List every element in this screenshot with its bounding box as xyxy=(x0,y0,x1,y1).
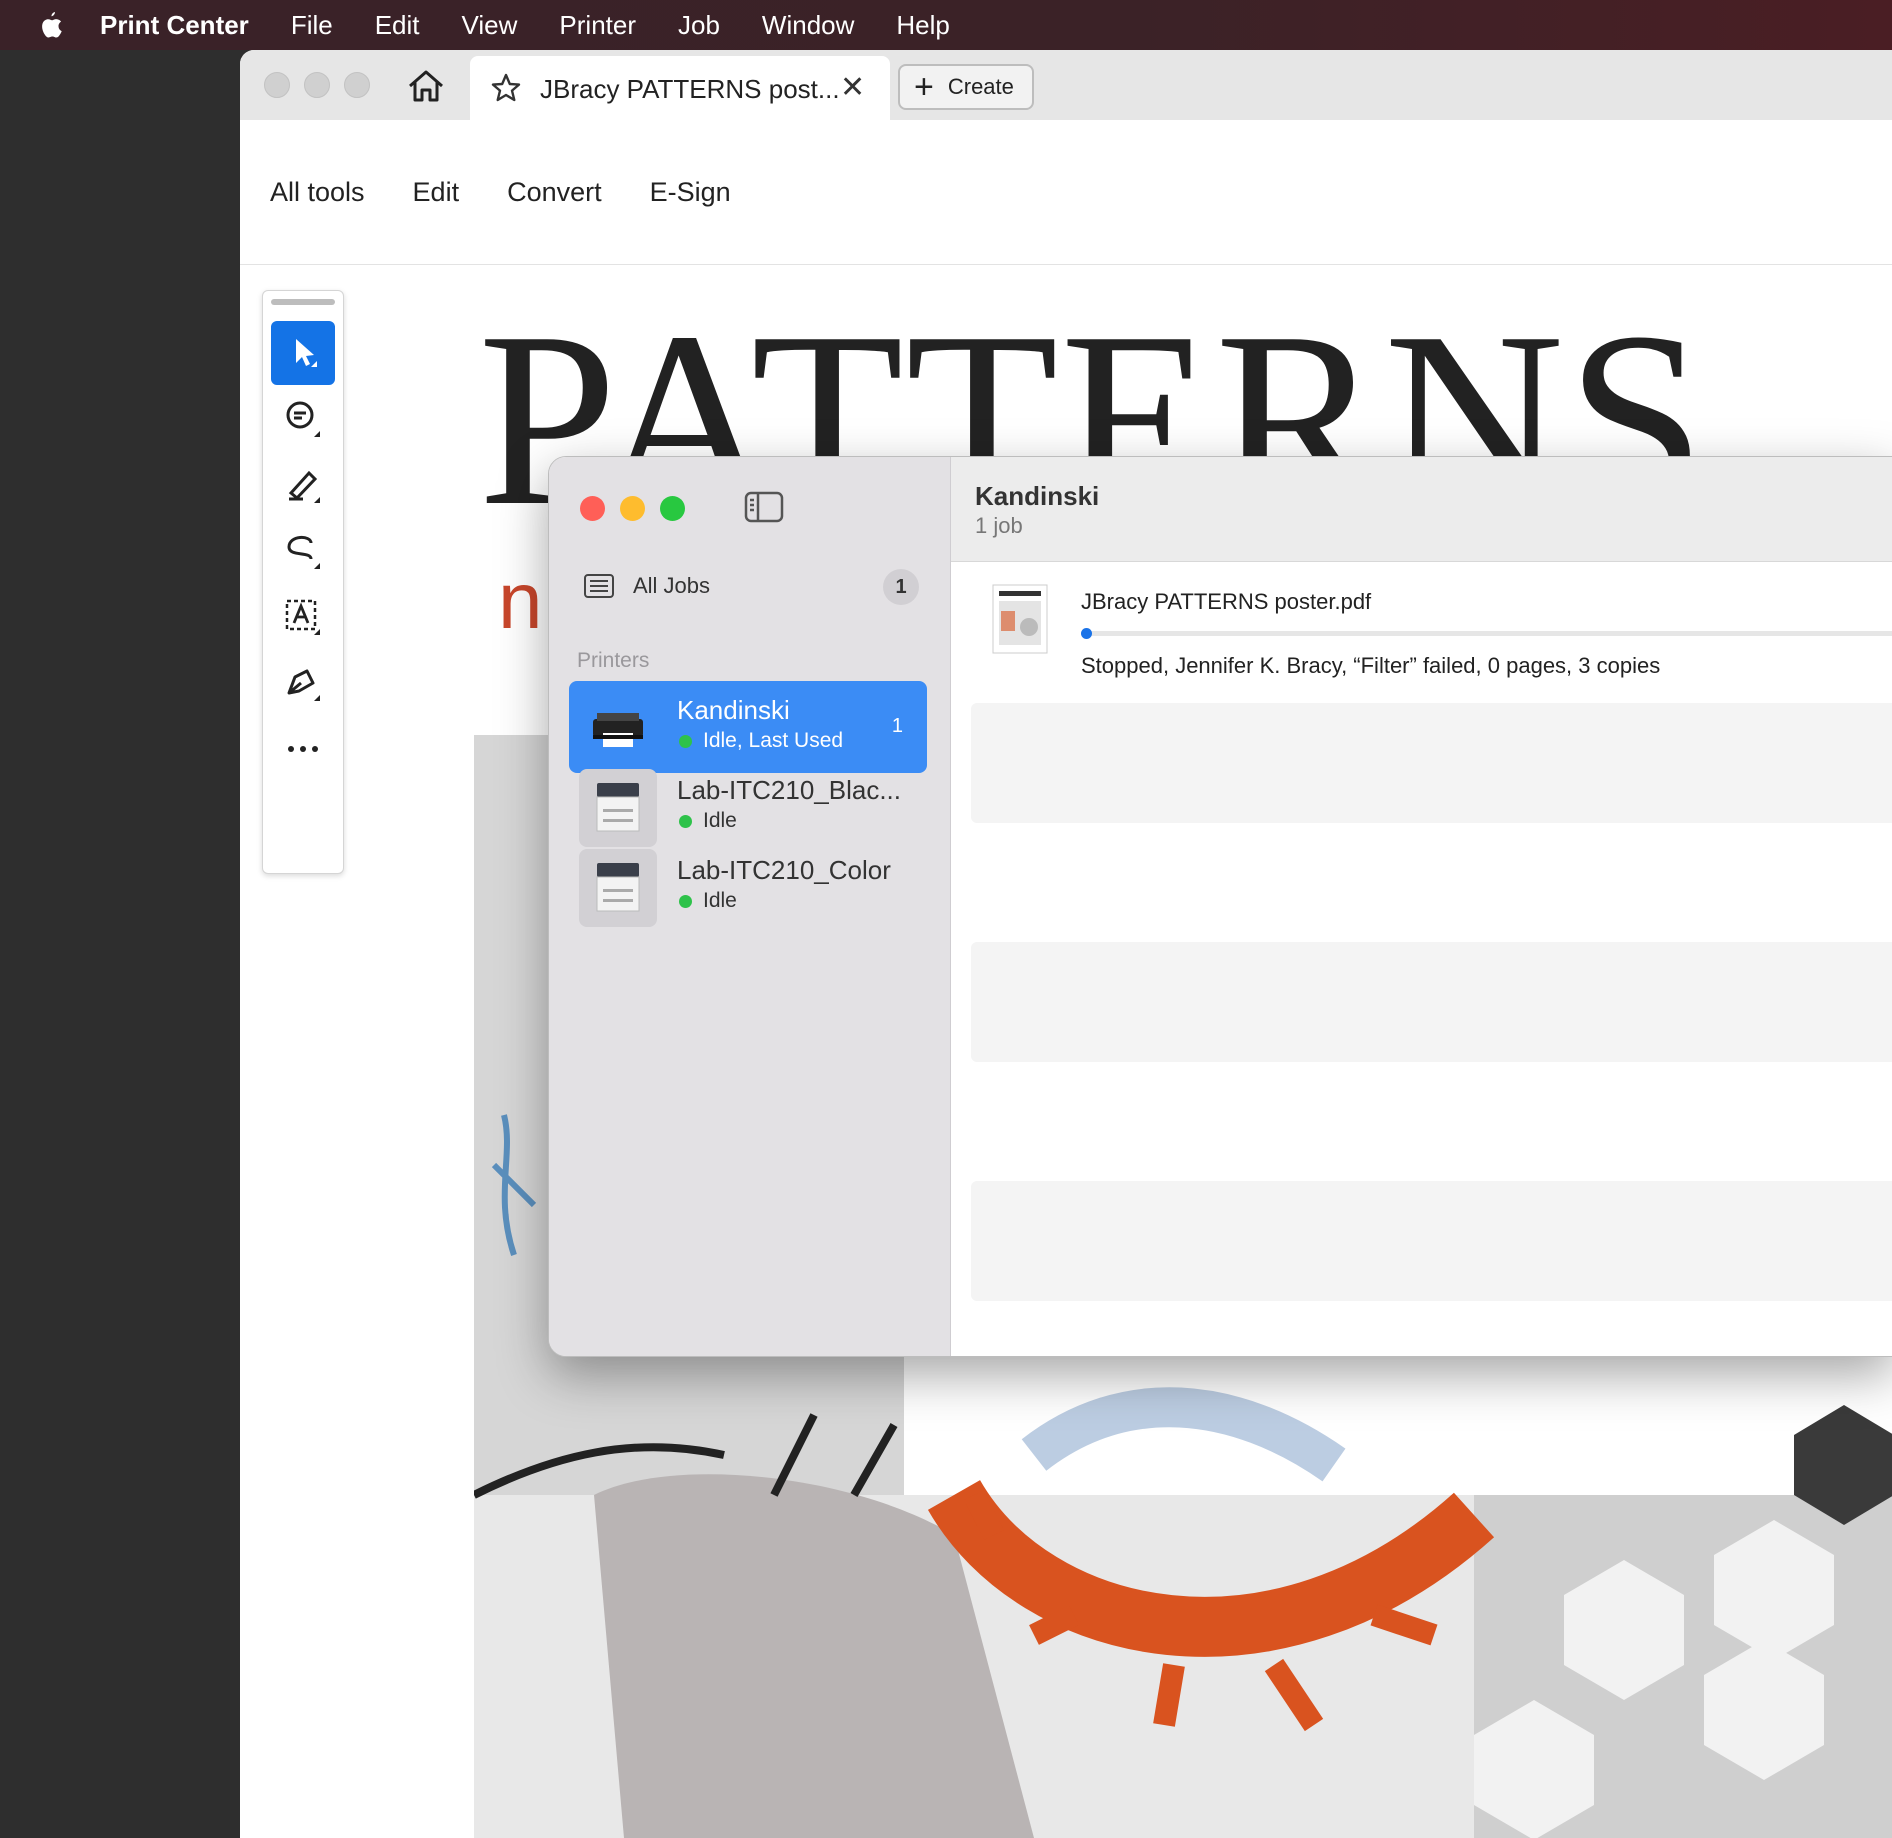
home-icon[interactable] xyxy=(406,68,446,104)
print-center-window: All Jobs 1 Printers Kandinski Idle, Last… xyxy=(548,456,1892,1357)
menu-help[interactable]: Help xyxy=(896,10,949,41)
pc-zoom-button[interactable] xyxy=(660,496,685,521)
printer-lab-itc210-black[interactable]: Lab-ITC210_Blac... Idle xyxy=(569,761,927,853)
menu-printer[interactable]: Printer xyxy=(559,10,636,41)
printer-icon xyxy=(579,849,657,927)
queue-title: Kandinski xyxy=(975,481,1100,511)
menu-bar: Print Center File Edit View Printer Job … xyxy=(0,0,1892,50)
status-dot xyxy=(679,735,692,748)
toolbar-all-tools[interactable]: All tools xyxy=(270,177,365,208)
printer-icon xyxy=(579,689,657,767)
print-center-main: Kandinski 1 job JBracy PATTERNS poster.p… xyxy=(951,457,1892,1356)
queue-subtitle: 1 job xyxy=(975,513,1023,538)
job-row[interactable]: JBracy PATTERNS poster.pdf Stopped, Jenn… xyxy=(971,573,1892,685)
draw-icon[interactable] xyxy=(271,519,335,583)
left-pane xyxy=(240,265,419,1838)
printers-section-label: Printers xyxy=(577,649,650,672)
all-jobs-label: All Jobs xyxy=(633,573,711,598)
create-button[interactable]: + Create xyxy=(898,64,1034,110)
job-filename: JBracy PATTERNS poster.pdf xyxy=(1081,589,1372,614)
text-box-icon[interactable] xyxy=(271,585,335,649)
quick-tools-bar xyxy=(262,290,344,874)
close-tab-icon[interactable]: ✕ xyxy=(840,70,865,105)
menu-file[interactable]: File xyxy=(291,10,333,41)
poster-subtitle-fragment: n xyxy=(498,556,543,645)
apple-menu-icon[interactable] xyxy=(0,10,100,40)
list-icon xyxy=(584,574,614,598)
status-dot xyxy=(679,815,692,828)
printer-status: Idle, Last Used xyxy=(703,729,844,752)
printer-name: Kandinski xyxy=(677,695,790,725)
queue-header: Kandinski 1 job xyxy=(951,457,1892,562)
menu-app-name[interactable]: Print Center xyxy=(100,10,249,41)
empty-row xyxy=(971,1181,1892,1301)
window-close-button[interactable] xyxy=(264,72,290,98)
printer-name: Lab-ITC210_Color xyxy=(677,855,891,885)
empty-row xyxy=(971,703,1892,823)
pdf-thumbnail-icon xyxy=(991,583,1049,655)
toolbar-edit[interactable]: Edit xyxy=(413,177,460,208)
document-tab[interactable]: JBracy PATTERNS post... ✕ xyxy=(470,56,890,120)
menu-view[interactable]: View xyxy=(462,10,518,41)
window-zoom-button[interactable] xyxy=(344,72,370,98)
job-progress-track xyxy=(1081,631,1892,636)
more-icon[interactable] xyxy=(271,717,335,781)
highlight-icon[interactable] xyxy=(271,453,335,517)
printer-status: Idle xyxy=(703,809,737,832)
sidebar-toggle-icon[interactable] xyxy=(744,491,784,528)
star-icon[interactable] xyxy=(490,72,522,109)
menu-job[interactable]: Job xyxy=(678,10,720,41)
pc-minimize-button[interactable] xyxy=(620,496,645,521)
all-jobs-item[interactable]: All Jobs 1 xyxy=(583,567,919,607)
menu-edit[interactable]: Edit xyxy=(375,10,420,41)
tab-title: JBracy PATTERNS post... xyxy=(540,74,840,104)
print-center-sidebar: All Jobs 1 Printers Kandinski Idle, Last… xyxy=(549,457,951,1356)
printer-lab-itc210-color[interactable]: Lab-ITC210_Color Idle xyxy=(569,841,927,933)
all-jobs-count: 1 xyxy=(883,569,919,605)
pc-close-button[interactable] xyxy=(580,496,605,521)
toolbar-esign[interactable]: E-Sign xyxy=(650,177,731,208)
printer-name: Lab-ITC210_Blac... xyxy=(677,775,902,805)
printer-kandinski[interactable]: Kandinski Idle, Last Used 1 xyxy=(569,681,927,773)
status-dot xyxy=(679,895,692,908)
printer-status: Idle xyxy=(703,889,737,912)
plus-icon: + xyxy=(914,68,934,106)
select-icon[interactable] xyxy=(271,321,335,385)
job-progress-indicator xyxy=(1081,628,1092,639)
menu-window[interactable]: Window xyxy=(762,10,854,41)
create-label: Create xyxy=(947,74,1014,99)
comment-icon[interactable] xyxy=(271,387,335,451)
drag-handle[interactable] xyxy=(271,299,335,305)
signature-icon[interactable] xyxy=(271,651,335,715)
printer-job-count: 1 xyxy=(891,715,903,737)
empty-row xyxy=(971,942,1892,1062)
acrobat-toolbar: All tools Edit Convert E-Sign xyxy=(240,120,1892,265)
printer-icon xyxy=(579,769,657,847)
job-status: Stopped, Jennifer K. Bracy, “Filter” fai… xyxy=(1081,653,1661,678)
toolbar-convert[interactable]: Convert xyxy=(507,177,602,208)
tab-bar: JBracy PATTERNS post... ✕ + Create xyxy=(240,50,1892,120)
window-minimize-button[interactable] xyxy=(304,72,330,98)
